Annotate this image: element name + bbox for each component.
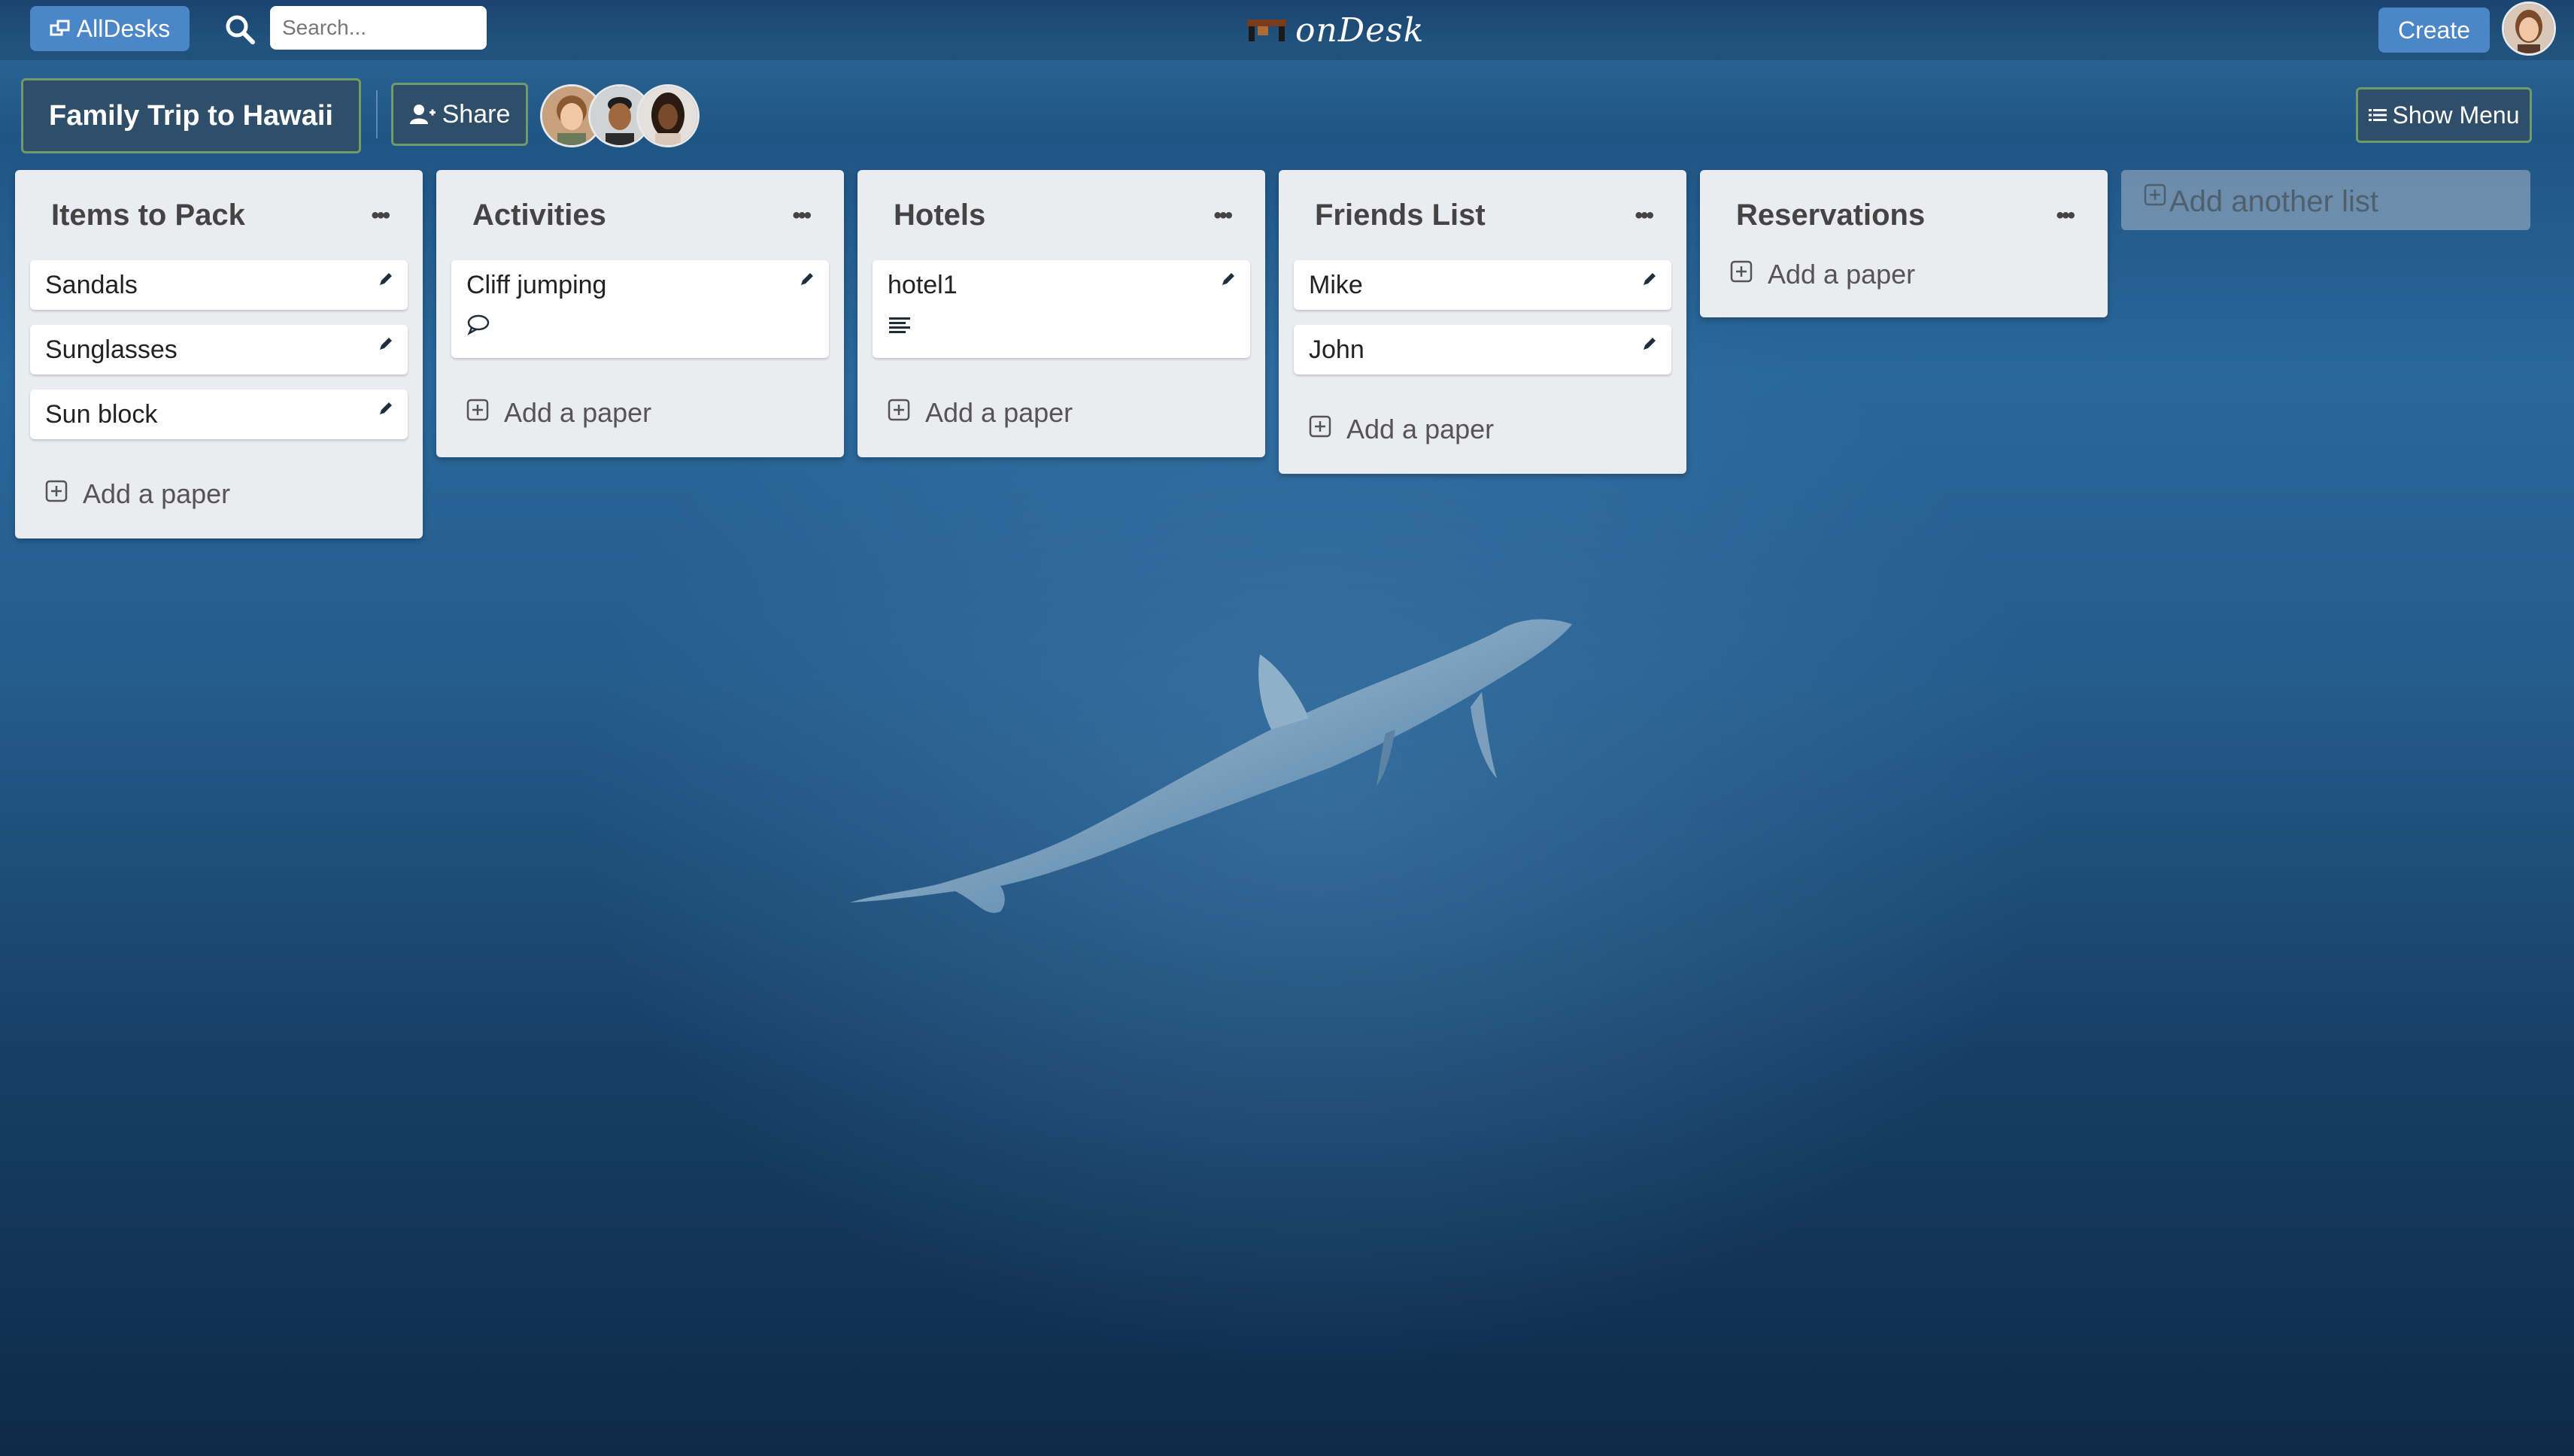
list-hotels: Hotels ••• hotel1 Add a paper [857, 170, 1265, 457]
add-paper-label: Add a paper [925, 397, 1073, 428]
list-activities: Activities ••• Cliff jumping Add a paper [436, 170, 844, 457]
card[interactable]: Sandals [30, 260, 408, 310]
more-horizontal-icon[interactable]: ••• [2056, 203, 2075, 229]
pencil-icon[interactable] [1220, 271, 1237, 287]
list-icon [2368, 109, 2387, 121]
show-menu-label: Show Menu [2392, 101, 2520, 129]
add-list-label: Add another list [2169, 185, 2378, 218]
desk-logo-icon [1247, 20, 1286, 41]
add-paper-button[interactable]: Add a paper [1279, 390, 1686, 474]
add-paper-label: Add a paper [83, 478, 231, 509]
plus-square-icon [466, 399, 489, 421]
search-icon[interactable] [224, 14, 256, 45]
pencil-icon[interactable] [1641, 335, 1658, 352]
list-friends: Friends List ••• Mike John Add a paper [1279, 170, 1686, 474]
card-title: Sun block [45, 400, 158, 429]
text-lines-icon [889, 317, 910, 333]
dolphin-background-image [850, 619, 1572, 913]
member-avatar[interactable] [636, 84, 700, 147]
plus-square-icon [888, 399, 910, 421]
list-title[interactable]: Items to Pack [51, 199, 245, 232]
alldesks-button[interactable]: AllDesks [30, 6, 190, 51]
share-label: Share [442, 99, 511, 129]
more-horizontal-icon[interactable]: ••• [371, 203, 390, 229]
alldesks-label: AllDesks [76, 14, 171, 42]
plus-square-icon [45, 480, 68, 502]
plus-square-icon [1309, 415, 1331, 438]
list-reservations: Reservations ••• Add a paper [1700, 170, 2108, 317]
more-horizontal-icon[interactable]: ••• [792, 203, 811, 229]
more-horizontal-icon[interactable]: ••• [1635, 203, 1653, 229]
card-title: hotel1 [888, 271, 958, 299]
card[interactable]: hotel1 [873, 260, 1250, 358]
list-title[interactable]: Friends List [1315, 199, 1486, 232]
boards-icon [50, 20, 70, 36]
card[interactable]: Sun block [30, 390, 408, 439]
user-avatar[interactable] [2502, 2, 2556, 56]
plus-square-icon [1730, 260, 1753, 283]
add-paper-button[interactable]: Add a paper [15, 454, 423, 538]
list-items-to-pack: Items to Pack ••• Sandals Sunglasses Sun… [15, 170, 423, 538]
plus-square-icon [2144, 184, 2166, 206]
add-list-button[interactable]: Add another list [2121, 170, 2530, 230]
share-button[interactable]: Share [391, 83, 528, 146]
pencil-icon[interactable] [378, 335, 394, 352]
pencil-icon[interactable] [799, 271, 815, 287]
show-menu-button[interactable]: Show Menu [2356, 87, 2532, 143]
more-horizontal-icon[interactable]: ••• [1213, 203, 1232, 229]
card-title: Sandals [45, 271, 138, 299]
app-logo: onDesk [1246, 8, 1424, 53]
card-title: Sunglasses [45, 335, 178, 364]
pencil-icon[interactable] [378, 400, 394, 417]
add-paper-label: Add a paper [1768, 259, 1916, 290]
list-title[interactable]: Activities [472, 199, 606, 232]
add-paper-label: Add a paper [1346, 414, 1495, 444]
pencil-icon[interactable] [1641, 271, 1658, 287]
add-paper-button[interactable]: Add a paper [857, 373, 1265, 457]
card[interactable]: Cliff jumping [451, 260, 829, 358]
header-divider [376, 90, 378, 138]
card[interactable]: Mike [1294, 260, 1671, 310]
board-title[interactable]: Family Trip to Hawaii [21, 78, 361, 153]
add-paper-label: Add a paper [504, 397, 652, 428]
search-input[interactable] [270, 6, 487, 50]
card-title: Cliff jumping [466, 271, 607, 299]
create-button[interactable]: Create [2378, 8, 2490, 53]
card[interactable]: John [1294, 325, 1671, 375]
pencil-icon[interactable] [378, 271, 394, 287]
add-paper-button[interactable]: Add a paper [1700, 245, 2108, 317]
card[interactable]: Sunglasses [30, 325, 408, 375]
comment-icon [467, 314, 490, 335]
list-title[interactable]: Reservations [1736, 199, 1925, 232]
list-title[interactable]: Hotels [894, 199, 985, 232]
add-paper-button[interactable]: Add a paper [436, 373, 844, 457]
card-title: John [1309, 335, 1364, 364]
logo-text: onDesk [1295, 11, 1425, 50]
card-title: Mike [1309, 271, 1363, 299]
add-user-icon [409, 105, 436, 124]
